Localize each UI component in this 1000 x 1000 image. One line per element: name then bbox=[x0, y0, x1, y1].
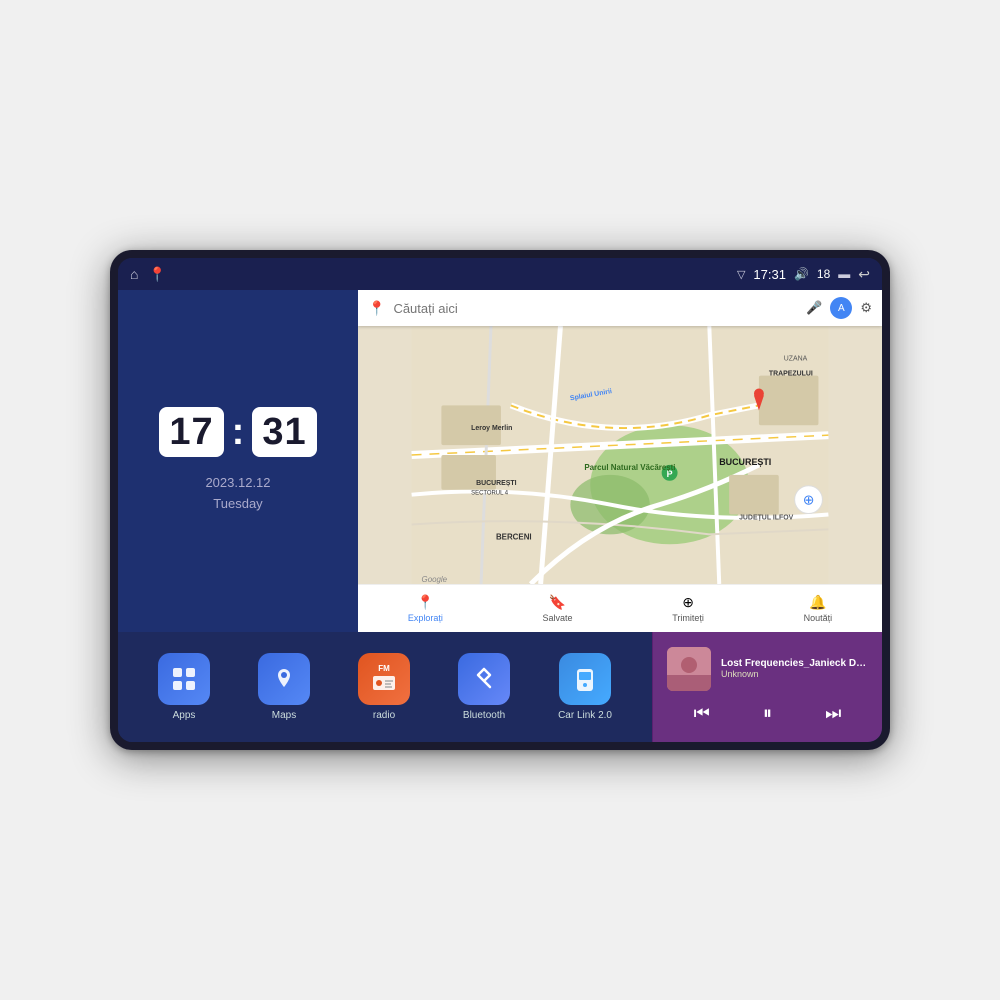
svg-text:UZANA: UZANA bbox=[784, 356, 808, 363]
svg-text:TRAPEZULUI: TRAPEZULUI bbox=[769, 371, 813, 378]
prev-button[interactable]: ⏮ bbox=[686, 699, 718, 728]
main-content: 17 : 31 2023.12.12 Tuesday 📍 🎤 A ⚙ bbox=[118, 290, 882, 632]
map-settings-icon[interactable]: ⚙ bbox=[860, 300, 872, 316]
app-item-bluetooth[interactable]: Bluetooth bbox=[458, 653, 510, 721]
clock-panel: 17 : 31 2023.12.12 Tuesday bbox=[118, 290, 358, 632]
svg-text:BUCUREȘTI: BUCUREȘTI bbox=[476, 480, 517, 487]
radio-icon: FM bbox=[358, 653, 410, 705]
svg-text:Parcul Natural Văcărești: Parcul Natural Văcărești bbox=[584, 463, 675, 472]
maps-icon bbox=[258, 653, 310, 705]
svg-text:SECTORUL 4: SECTORUL 4 bbox=[471, 491, 509, 497]
app-item-radio[interactable]: FM radio bbox=[358, 653, 410, 721]
app-item-apps[interactable]: Apps bbox=[158, 653, 210, 721]
maps-status-icon[interactable]: 📍 bbox=[148, 266, 165, 283]
home-icon[interactable]: ⌂ bbox=[130, 266, 138, 282]
carlink-label: Car Link 2.0 bbox=[558, 710, 612, 721]
svg-text:BUCUREȘTI: BUCUREȘTI bbox=[719, 457, 771, 467]
day-display: Tuesday bbox=[205, 494, 270, 515]
date-info: 2023.12.12 Tuesday bbox=[205, 473, 270, 515]
noutati-icon: 🔔 bbox=[809, 594, 826, 611]
svg-text:BERCENI: BERCENI bbox=[496, 532, 532, 541]
map-search-bar: 📍 🎤 A ⚙ bbox=[358, 290, 882, 326]
salvate-icon: 🔖 bbox=[549, 594, 566, 611]
apps-icon bbox=[158, 653, 210, 705]
back-icon[interactable]: ↩ bbox=[858, 266, 870, 283]
app-item-maps[interactable]: Maps bbox=[258, 653, 310, 721]
status-bar: ⌂ 📍 ▽ 17:31 🔊 18 ▬ ↩ bbox=[118, 258, 882, 290]
music-info: Lost Frequencies_Janieck Devy-... Unknow… bbox=[667, 647, 868, 691]
trimiteti-label: Trimiteți bbox=[672, 613, 704, 623]
map-user-avatar[interactable]: A bbox=[830, 297, 852, 319]
battery-level: 18 bbox=[817, 267, 830, 281]
noutati-label: Noutăți bbox=[804, 613, 833, 623]
next-button[interactable]: ⏭ bbox=[817, 699, 849, 728]
app-item-carlink[interactable]: Car Link 2.0 bbox=[558, 653, 612, 721]
map-nav-trimiteti[interactable]: ⊕ Trimiteți bbox=[672, 594, 704, 623]
car-display-device: ⌂ 📍 ▽ 17:31 🔊 18 ▬ ↩ 17 : 31 bbox=[110, 250, 890, 750]
apps-label: Apps bbox=[173, 710, 196, 721]
music-thumbnail bbox=[667, 647, 711, 691]
svg-text:JUDEȚUL ILFOV: JUDEȚUL ILFOV bbox=[739, 515, 794, 522]
map-mic-icon[interactable]: 🎤 bbox=[806, 300, 822, 316]
music-player: Lost Frequencies_Janieck Devy-... Unknow… bbox=[652, 632, 882, 742]
play-pause-button[interactable]: ⏸ bbox=[755, 699, 780, 728]
clock-hours: 17 bbox=[159, 407, 223, 457]
status-time: 17:31 bbox=[753, 267, 786, 282]
trimiteti-icon: ⊕ bbox=[682, 594, 694, 611]
music-text: Lost Frequencies_Janieck Devy-... Unknow… bbox=[721, 658, 868, 679]
signal-icon: ▽ bbox=[737, 268, 745, 281]
bluetooth-label: Bluetooth bbox=[463, 710, 505, 721]
music-artist: Unknown bbox=[721, 669, 868, 679]
map-nav-explorati[interactable]: 📍 Explorați bbox=[408, 594, 443, 623]
carlink-icon bbox=[559, 653, 611, 705]
map-panel[interactable]: 📍 🎤 A ⚙ bbox=[358, 290, 882, 632]
date-display: 2023.12.12 bbox=[205, 473, 270, 494]
clock-minutes: 31 bbox=[252, 407, 316, 457]
map-bottom-nav: 📍 Explorați 🔖 Salvate ⊕ Trimiteți 🔔 Nout… bbox=[358, 584, 882, 632]
status-left-icons: ⌂ 📍 bbox=[130, 266, 166, 283]
svg-text:Google: Google bbox=[422, 575, 448, 584]
svg-text:⊕: ⊕ bbox=[803, 492, 815, 508]
salvate-label: Salvate bbox=[543, 613, 573, 623]
apps-area: Apps Maps bbox=[118, 632, 652, 742]
volume-icon: 🔊 bbox=[794, 267, 809, 281]
battery-icon: ▬ bbox=[838, 267, 850, 281]
music-title: Lost Frequencies_Janieck Devy-... bbox=[721, 658, 868, 669]
clock-colon: : bbox=[232, 413, 245, 451]
explorati-icon: 📍 bbox=[417, 594, 434, 611]
clock-widget: 17 : 31 bbox=[159, 407, 316, 457]
bottom-area: Apps Maps bbox=[118, 632, 882, 742]
map-nav-salvate[interactable]: 🔖 Salvate bbox=[543, 594, 573, 623]
svg-text:FM: FM bbox=[378, 664, 390, 673]
music-controls: ⏮ ⏸ ⏭ bbox=[667, 699, 868, 728]
map-nav-noutati[interactable]: 🔔 Noutăți bbox=[804, 594, 833, 623]
screen: ⌂ 📍 ▽ 17:31 🔊 18 ▬ ↩ 17 : 31 bbox=[118, 258, 882, 742]
status-right: ▽ 17:31 🔊 18 ▬ ↩ bbox=[737, 266, 870, 283]
map-search-pin-icon: 📍 bbox=[368, 300, 385, 317]
svg-text:Leroy Merlin: Leroy Merlin bbox=[471, 425, 512, 432]
map-search-input[interactable] bbox=[393, 301, 798, 316]
map-area[interactable]: P ⊕ Google Parcul Nat bbox=[358, 326, 882, 584]
maps-label: Maps bbox=[272, 710, 296, 721]
explorati-label: Explorați bbox=[408, 613, 443, 623]
map-svg: P ⊕ Google Parcul Nat bbox=[358, 326, 882, 584]
radio-label: radio bbox=[373, 710, 395, 721]
bluetooth-icon bbox=[458, 653, 510, 705]
